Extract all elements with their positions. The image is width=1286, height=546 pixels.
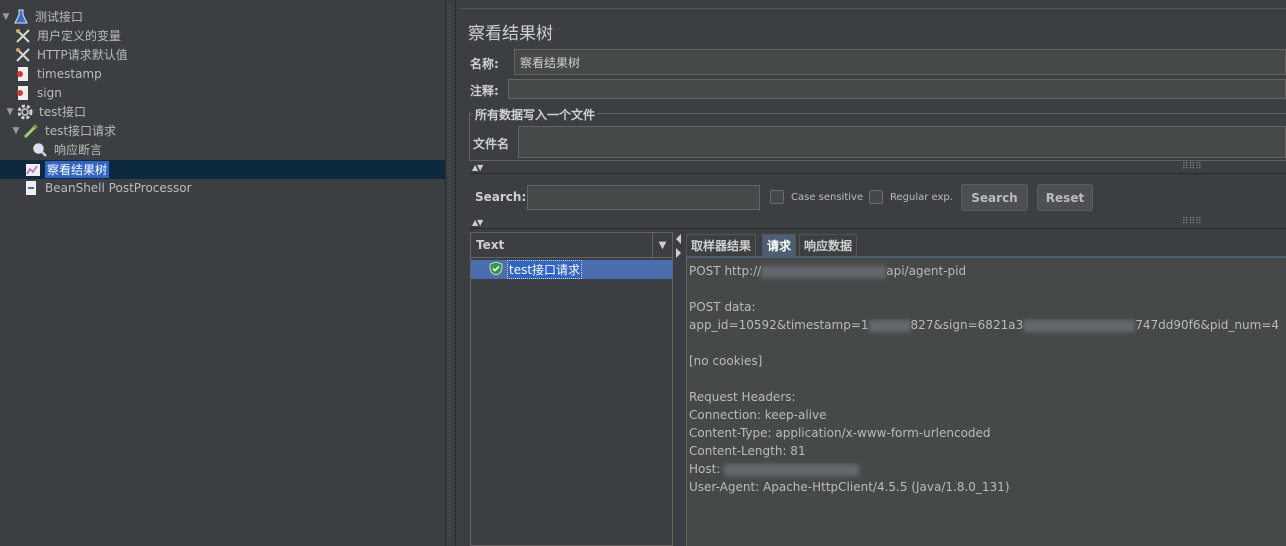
expand-arrow-icon[interactable]: ▼ bbox=[4, 107, 16, 117]
tree-item-view-results-tree[interactable]: 察看结果树 bbox=[0, 160, 445, 179]
preprocessor-icon bbox=[14, 65, 32, 83]
tree-item-label: sign bbox=[37, 85, 62, 100]
wrench-icon bbox=[14, 27, 32, 45]
header-connection: Connection: keep-alive bbox=[689, 408, 827, 422]
section-divider bbox=[469, 228, 1286, 229]
header-user-agent: User-Agent: Apache-HttpClient/4.5.5 (Jav… bbox=[689, 480, 1010, 494]
result-row[interactable]: test接口请求 bbox=[471, 260, 672, 279]
search-input[interactable] bbox=[527, 185, 760, 210]
postprocessor-icon bbox=[22, 179, 40, 197]
comment-field[interactable] bbox=[508, 79, 1286, 99]
request-text-area[interactable]: POST http://api/agent-pid POST data: app… bbox=[686, 258, 1286, 546]
view-results-tree-panel: 察看结果树 名称: 察看结果树 注释: 所有数据写入一个文件 文件名 ▲▼ ⠿⠿… bbox=[457, 0, 1286, 546]
main-splitter[interactable] bbox=[445, 0, 456, 546]
tree-item-label: BeanShell PostProcessor bbox=[45, 180, 192, 195]
flask-icon bbox=[12, 8, 30, 26]
filename-field[interactable] bbox=[518, 126, 1286, 158]
tab-response-data[interactable]: 响应数据 bbox=[799, 234, 858, 256]
sample-detail-panel: 取样器结果 请求 响应数据 POST http://api/agent-pid … bbox=[686, 232, 1286, 546]
headers-label: Request Headers: bbox=[689, 390, 796, 404]
tree-item-beanshell-postprocessor[interactable]: BeanShell PostProcessor bbox=[22, 178, 194, 197]
magnifier-icon bbox=[31, 141, 49, 159]
results-list-panel: Text ▼ test接口请求 bbox=[470, 232, 673, 546]
splitter-grip bbox=[449, 4, 452, 542]
tree-item-sign[interactable]: sign bbox=[14, 83, 64, 102]
renderer-select[interactable]: Text ▼ bbox=[471, 233, 672, 258]
tree-item-label: 响应断言 bbox=[54, 143, 103, 157]
pipette-icon bbox=[22, 122, 40, 140]
tree-item-thread-group[interactable]: ▼ test接口 bbox=[4, 102, 88, 121]
search-label: Search: bbox=[475, 190, 527, 204]
tab-request[interactable]: 请求 bbox=[762, 234, 797, 256]
header-host: Host: bbox=[689, 460, 1286, 478]
tree-item-label: test接口 bbox=[39, 105, 87, 119]
redacted-blur bbox=[868, 319, 911, 332]
header-content-type: Content-Type: application/x-www-form-url… bbox=[689, 426, 991, 440]
tree-item-user-variables[interactable]: 用户定义的变量 bbox=[14, 26, 123, 45]
preprocessor-icon bbox=[14, 84, 32, 102]
chevron-down-icon[interactable]: ▼ bbox=[652, 233, 672, 257]
collapse-arrows-icon[interactable]: ▲▼ bbox=[472, 218, 483, 227]
expand-arrow-icon[interactable]: ▼ bbox=[0, 12, 12, 22]
drag-handle-icon[interactable]: ⠿⠿⠿ bbox=[1182, 217, 1202, 227]
tree-item-label: HTTP请求默认值 bbox=[37, 48, 128, 62]
tree-item-label: 用户定义的变量 bbox=[37, 29, 122, 43]
comment-label: 注释: bbox=[470, 84, 499, 98]
regex-checkbox[interactable] bbox=[869, 190, 883, 204]
gear-icon bbox=[16, 103, 34, 121]
post-data-line: app_id=10592&timestamp=1 827&sign=6821a3 7… bbox=[689, 318, 1279, 332]
header-content-length: Content-Length: 81 bbox=[689, 444, 806, 458]
result-row-label: test接口请求 bbox=[507, 260, 583, 279]
tree-item-label: 测试接口 bbox=[35, 10, 84, 24]
splitter-arrows-icon[interactable] bbox=[673, 232, 685, 262]
name-field[interactable]: 察看结果树 bbox=[514, 49, 1286, 75]
renderer-select-value: Text bbox=[476, 238, 505, 252]
chart-icon bbox=[24, 161, 42, 179]
redacted-blur bbox=[761, 265, 887, 278]
case-sensitive-checkbox[interactable] bbox=[770, 190, 784, 204]
tree-item-http-sampler[interactable]: ▼ test接口请求 bbox=[10, 121, 118, 140]
expand-arrow-icon[interactable]: ▼ bbox=[10, 126, 22, 136]
tree-item-label: 察看结果树 bbox=[45, 161, 110, 178]
cookies-line: [no cookies] bbox=[689, 354, 763, 368]
tree-item-test-plan[interactable]: ▼ 测试接口 bbox=[0, 7, 85, 26]
file-group-title: 所有数据写入一个文件 bbox=[473, 106, 598, 123]
tree-item-response-assertion[interactable]: 响应断言 bbox=[31, 140, 104, 159]
tree-item-timestamp[interactable]: timestamp bbox=[14, 64, 104, 83]
test-plan-tree[interactable]: ▼ 测试接口 用户定义的变量 HTTP请求默认值 timestamp sign … bbox=[0, 0, 445, 546]
request-line: POST http://api/agent-pid bbox=[689, 264, 967, 278]
section-divider bbox=[469, 173, 1286, 174]
tree-item-http-defaults[interactable]: HTTP请求默认值 bbox=[14, 45, 130, 64]
filename-label: 文件名 bbox=[473, 137, 510, 151]
drag-handle-icon[interactable]: ⠿⠿⠿ bbox=[1182, 162, 1202, 172]
tree-item-label: timestamp bbox=[37, 66, 102, 81]
results-splitter[interactable] bbox=[673, 232, 685, 546]
regex-label: Regular exp. bbox=[890, 192, 953, 203]
reset-button[interactable]: Reset bbox=[1037, 184, 1093, 211]
tree-item-label: test接口请求 bbox=[45, 124, 117, 138]
case-sensitive-label: Case sensitive bbox=[791, 192, 864, 203]
redacted-blur bbox=[1023, 319, 1136, 332]
name-label: 名称: bbox=[470, 57, 499, 71]
page-title: 察看结果树 bbox=[468, 24, 553, 44]
tab-sampler-result[interactable]: 取样器结果 bbox=[686, 234, 757, 256]
success-shield-icon bbox=[489, 261, 503, 279]
collapse-arrows-icon[interactable]: ▲▼ bbox=[472, 163, 483, 172]
top-border bbox=[460, 8, 1286, 9]
redacted-blur bbox=[724, 463, 860, 476]
search-button[interactable]: Search bbox=[961, 184, 1028, 211]
wrench-icon bbox=[14, 46, 32, 64]
post-data-label: POST data: bbox=[689, 300, 756, 314]
